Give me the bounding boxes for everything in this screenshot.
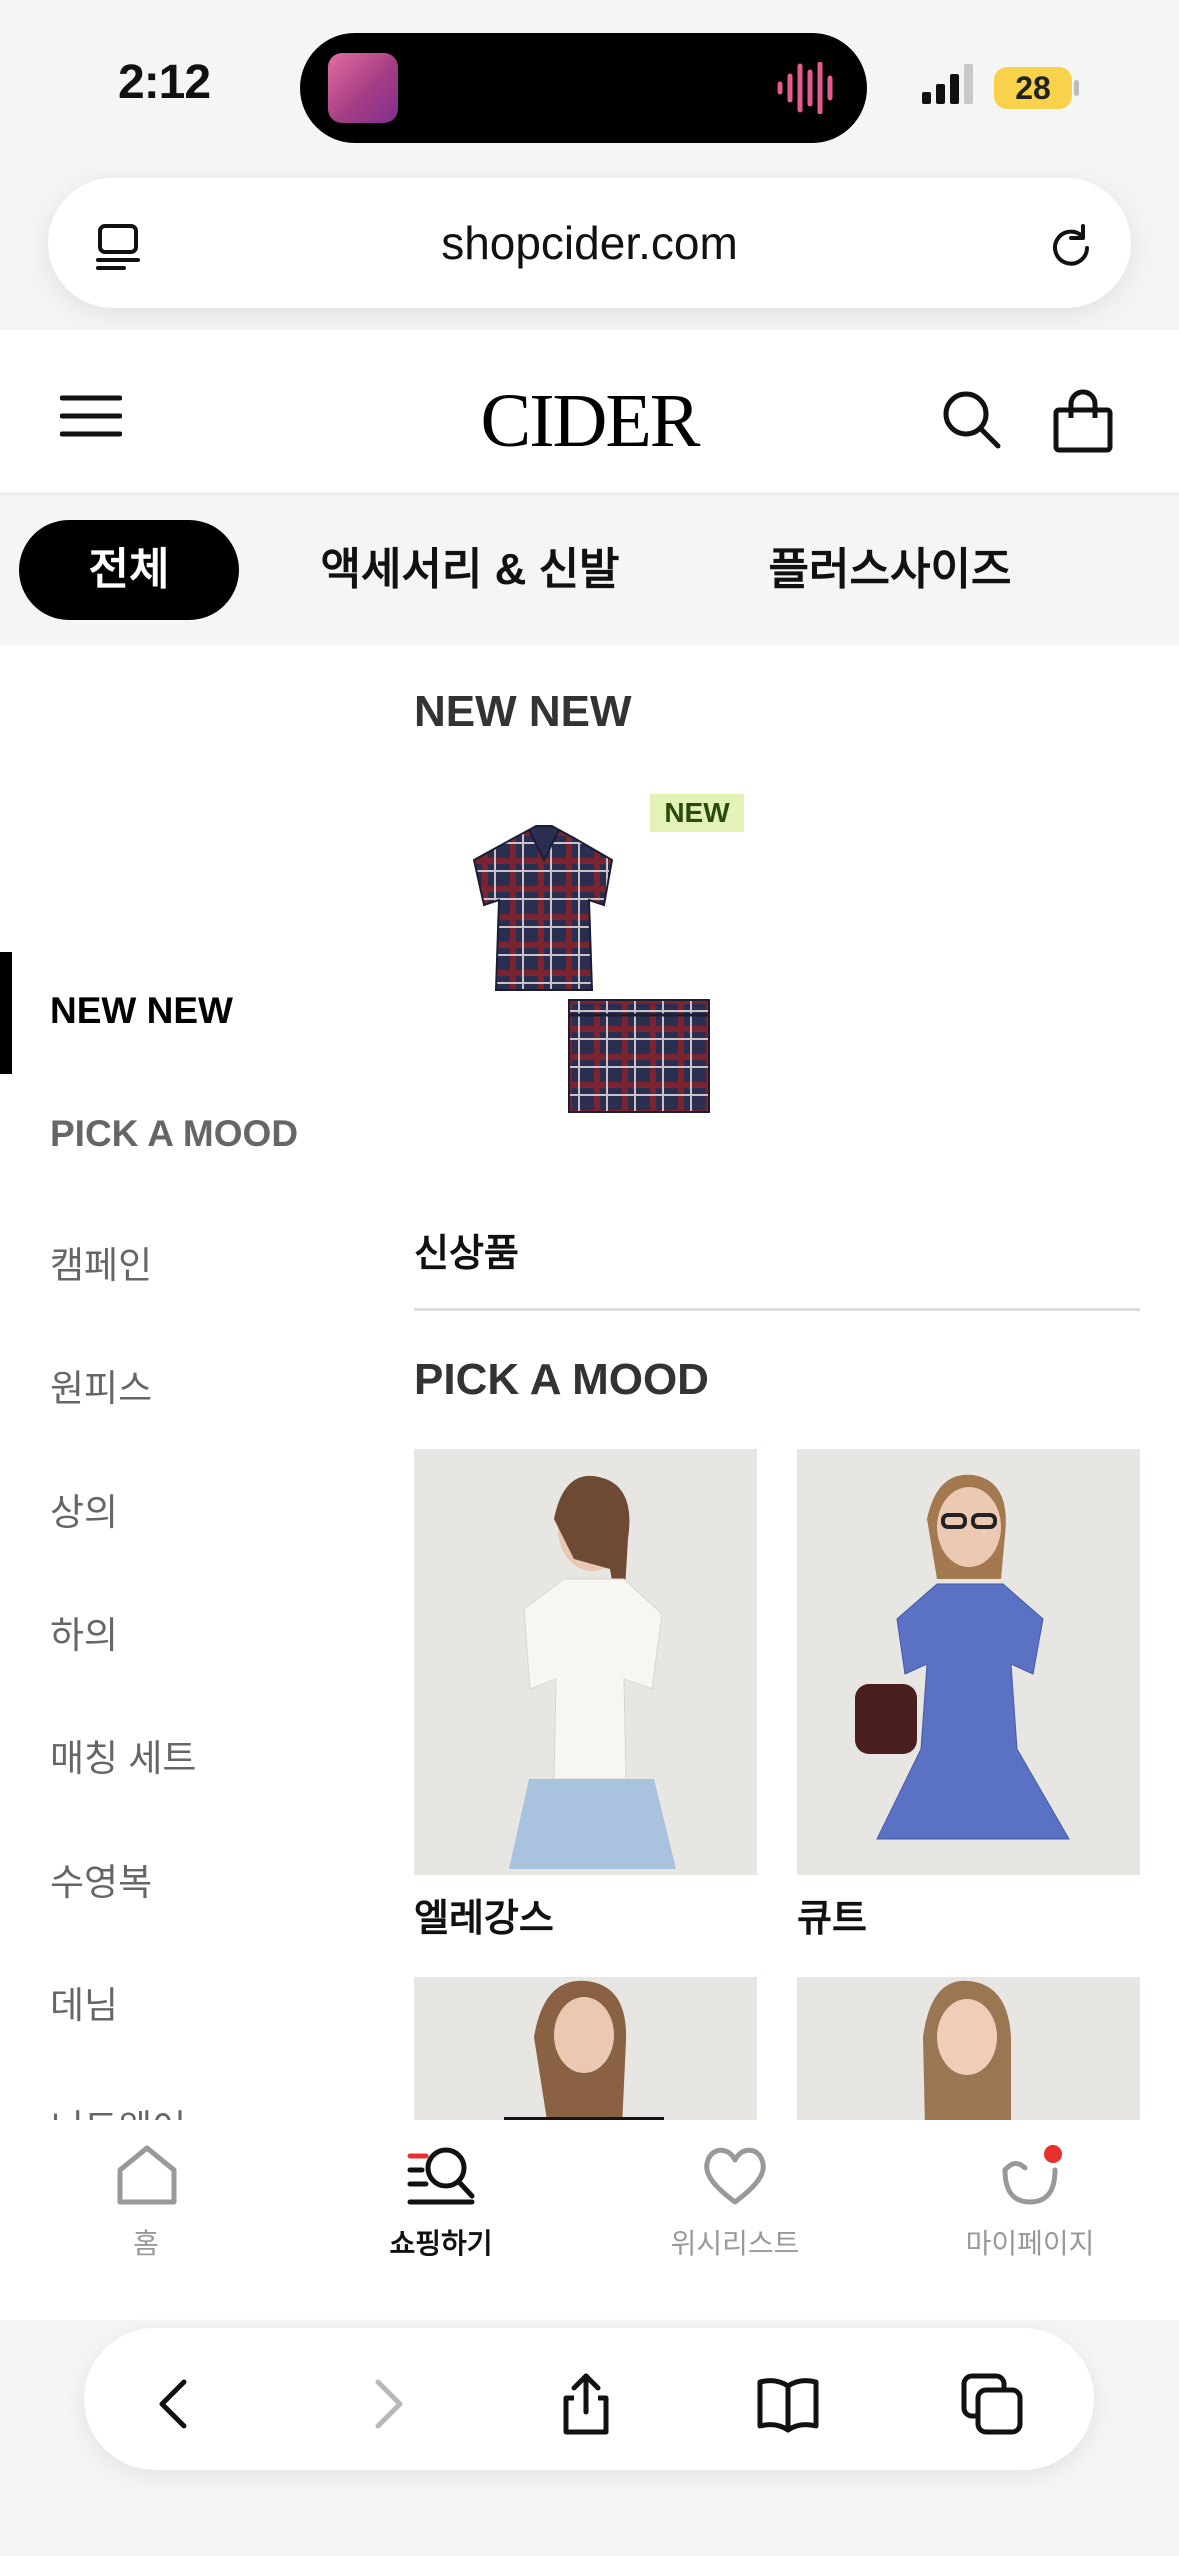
plaid-outfit-image <box>472 825 710 1113</box>
sidebar-item-knitwear[interactable]: 니트웨어 <box>50 2098 186 2120</box>
profile-icon[interactable] <box>995 2140 1065 2210</box>
new-arrivals-label[interactable]: 신상품 <box>414 1222 519 1277</box>
section-title-new-new: NEW NEW <box>414 687 632 736</box>
battery-indicator: 28 <box>994 67 1072 109</box>
model-image <box>414 1977 757 2120</box>
heart-icon[interactable] <box>700 2140 770 2210</box>
elegance-model-image <box>414 1449 757 1875</box>
forward-icon[interactable] <box>354 2372 418 2436</box>
sidebar-item-pick-a-mood[interactable]: PICK A MOOD <box>50 1113 298 1155</box>
sidebar-active-indicator <box>0 952 12 1074</box>
bookmarks-icon[interactable] <box>756 2372 820 2436</box>
sidebar-item-swimwear[interactable]: 수영복 <box>50 1852 152 1906</box>
shop-search-icon[interactable] <box>406 2140 476 2210</box>
home-icon[interactable] <box>112 2140 182 2210</box>
battery-cap <box>1074 80 1079 96</box>
share-icon[interactable] <box>554 2372 618 2436</box>
mood-card-image[interactable] <box>797 1977 1140 2120</box>
now-playing-artwork[interactable] <box>328 53 398 123</box>
brand-logo[interactable]: CIDER <box>0 378 1179 465</box>
cellular-signal-icon <box>922 64 973 104</box>
sidebar-item-denim[interactable]: 데님 <box>50 1975 118 2029</box>
nav-label-shop[interactable]: 쇼핑하기 <box>341 2222 541 2262</box>
page-menu-icon[interactable] <box>90 218 146 274</box>
url-text[interactable]: shopcider.com <box>48 178 1131 308</box>
sidebar-item-bottoms[interactable]: 하의 <box>50 1605 118 1659</box>
tabs-icon[interactable] <box>960 2372 1024 2436</box>
tab-accessories-shoes[interactable]: 액세서리 & 신발 <box>300 520 640 620</box>
nav-label-home[interactable]: 홈 <box>46 2222 246 2262</box>
search-icon[interactable] <box>940 388 1002 450</box>
sidebar-item-dresses[interactable]: 원피스 <box>50 1358 152 1412</box>
model-image <box>797 1977 1140 2120</box>
reload-icon[interactable] <box>1043 218 1099 274</box>
shopping-bag-icon[interactable] <box>1052 388 1114 454</box>
sidebar-item-campaign[interactable]: 캠페인 <box>50 1235 152 1289</box>
status-time: 2:12 <box>118 56 211 109</box>
mood-card-label[interactable]: 큐트 <box>797 1887 867 1942</box>
new-arrivals-tile[interactable]: NEW <box>414 790 764 1140</box>
mood-card-label[interactable]: 엘레강스 <box>414 1887 554 1942</box>
sidebar-item-tops[interactable]: 상의 <box>50 1482 118 1536</box>
tab-all[interactable]: 전체 <box>19 520 239 620</box>
sidebar-item-new-new[interactable]: NEW NEW <box>50 990 233 1032</box>
audio-wave-icon <box>777 62 833 114</box>
mood-card-image[interactable] <box>414 1977 757 2120</box>
address-bar[interactable]: shopcider.com <box>48 178 1131 308</box>
nav-label-mypage[interactable]: 마이페이지 <box>930 2222 1130 2262</box>
tab-plus-size[interactable]: 플러스사이즈 <box>740 520 1040 620</box>
mood-card-image[interactable] <box>414 1449 757 1875</box>
sidebar-item-matching-sets[interactable]: 매칭 세트 <box>50 1728 196 1782</box>
section-title-pick-a-mood: PICK A MOOD <box>414 1355 709 1404</box>
category-panel: NEW NEW PICK A MOOD 캠페인 원피스 상의 하의 매칭 세트 … <box>0 645 1179 2120</box>
back-icon[interactable] <box>144 2372 208 2436</box>
nav-label-wishlist[interactable]: 위시리스트 <box>635 2222 835 2262</box>
mood-card-image[interactable] <box>797 1449 1140 1875</box>
section-divider <box>414 1308 1140 1311</box>
cute-model-image <box>797 1449 1140 1875</box>
